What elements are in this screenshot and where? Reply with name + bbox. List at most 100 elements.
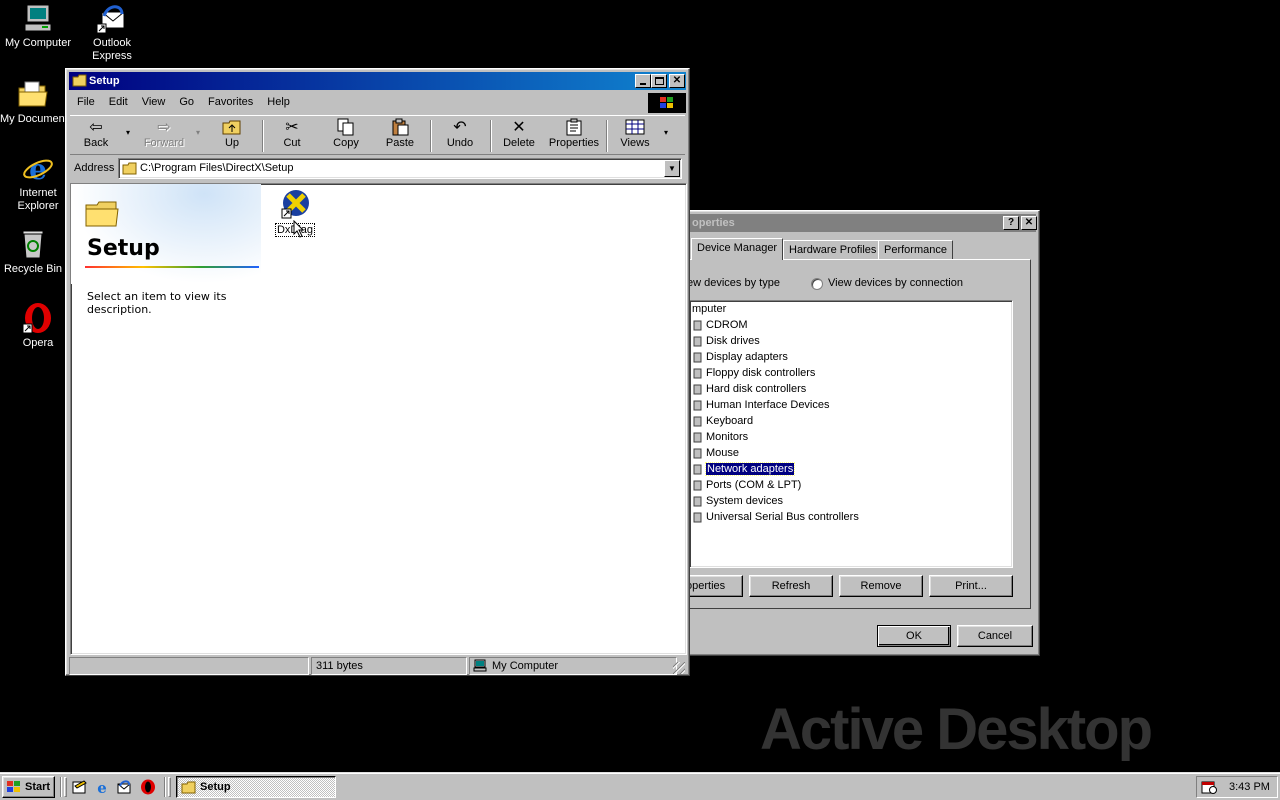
paste-button[interactable]: Paste bbox=[374, 118, 426, 154]
show-desktop-icon[interactable] bbox=[72, 779, 88, 795]
clock[interactable]: 3:43 PM bbox=[1229, 781, 1270, 793]
tasks-grip bbox=[168, 777, 171, 797]
tree-item-device[interactable]: Human Interface Devices bbox=[693, 398, 832, 413]
toolbar-separator bbox=[430, 120, 432, 152]
desktop-icon-recycle-bin[interactable]: Recycle Bin bbox=[0, 228, 66, 276]
desktop-icon-label: Recycle Bin bbox=[3, 263, 63, 275]
tree-item-device[interactable]: Ports (COM & LPT) bbox=[693, 478, 803, 493]
tree-item-device[interactable]: Display adapters bbox=[693, 350, 790, 365]
device-label: Keyboard bbox=[706, 415, 754, 427]
tree-item-device[interactable]: System devices bbox=[693, 494, 785, 509]
address-bar: Address C:\Program Files\DirectX\Setup ▼ bbox=[70, 157, 685, 181]
tree-item-device[interactable]: Universal Serial Bus controllers bbox=[693, 510, 861, 525]
menu-edit[interactable]: Edit bbox=[102, 96, 135, 108]
tree-item-device[interactable]: Floppy disk controllers bbox=[693, 366, 817, 381]
views-dropdown-icon[interactable]: ▾ bbox=[664, 128, 668, 137]
tree-item-device[interactable]: Hard disk controllers bbox=[693, 382, 808, 397]
tree-item-device[interactable]: CDROM bbox=[693, 318, 750, 333]
device-label: Disk drives bbox=[706, 335, 760, 347]
resize-grip[interactable] bbox=[673, 662, 685, 674]
copy-button[interactable]: Copy bbox=[320, 118, 372, 154]
svg-text:e: e bbox=[97, 779, 107, 795]
tab-hardware-profiles[interactable]: Hardware Profiles bbox=[783, 240, 883, 260]
outlook-express-small-icon[interactable] bbox=[116, 779, 132, 795]
remove-button[interactable]: Remove bbox=[839, 575, 923, 597]
view-by-connection-radio[interactable] bbox=[811, 278, 823, 290]
device-label: Display adapters bbox=[706, 351, 788, 363]
opera-icon bbox=[22, 302, 54, 334]
tab-performance[interactable]: Performance bbox=[878, 240, 953, 260]
refresh-button[interactable]: Refresh bbox=[749, 575, 833, 597]
taskbar-separator bbox=[164, 777, 166, 797]
view-by-type-radio[interactable]: ew devices by type bbox=[687, 277, 780, 289]
cut-button[interactable]: ✂ Cut bbox=[266, 118, 318, 154]
menu-file[interactable]: File bbox=[70, 96, 102, 108]
up-button[interactable]: Up bbox=[206, 118, 258, 154]
desktop-icon-my-documents[interactable]: My Documents bbox=[0, 78, 66, 126]
address-field[interactable]: C:\Program Files\DirectX\Setup ▼ bbox=[118, 158, 682, 179]
menu-favorites[interactable]: Favorites bbox=[201, 96, 260, 108]
forward-button[interactable]: ⇨ Forward bbox=[138, 118, 190, 154]
internet-explorer-small-icon[interactable]: e bbox=[94, 779, 110, 797]
menu-go[interactable]: Go bbox=[172, 96, 201, 108]
address-dropdown-icon[interactable]: ▼ bbox=[664, 160, 680, 177]
dialog-title: operties bbox=[692, 217, 735, 229]
device-label: Network adapters bbox=[704, 462, 796, 476]
status-panel-objects bbox=[69, 657, 309, 675]
explorer-window[interactable]: Setup ✕ File Edit View Go Favorites Help… bbox=[65, 68, 690, 676]
scheduler-icon[interactable] bbox=[1201, 780, 1217, 794]
forward-dropdown-icon[interactable]: ▾ bbox=[196, 128, 200, 137]
properties-button[interactable]: operties bbox=[685, 575, 743, 597]
properties-button[interactable]: Properties bbox=[543, 118, 605, 154]
system-properties-dialog[interactable]: operties ? ✕ Device Manager Hardware Pro… bbox=[685, 210, 1040, 656]
tree-item-device[interactable]: Monitors bbox=[693, 430, 750, 445]
device-category-icon bbox=[692, 496, 702, 507]
back-button[interactable]: ⇦ Back bbox=[70, 118, 122, 154]
menu-view[interactable]: View bbox=[135, 96, 173, 108]
maximize-button[interactable] bbox=[651, 74, 667, 88]
device-category-icon bbox=[692, 464, 702, 475]
status-size: 311 bytes bbox=[311, 657, 467, 675]
window-titlebar[interactable]: Setup bbox=[69, 72, 686, 90]
minimize-button[interactable] bbox=[635, 74, 651, 88]
help-button[interactable]: ? bbox=[1003, 216, 1019, 230]
back-arrow-icon: ⇦ bbox=[89, 119, 103, 136]
start-button[interactable]: Start bbox=[2, 776, 55, 798]
device-label: Floppy disk controllers bbox=[706, 367, 816, 379]
menu-help[interactable]: Help bbox=[260, 96, 297, 108]
tree-root-computer[interactable]: mputer bbox=[690, 302, 728, 317]
my-computer-icon bbox=[22, 2, 54, 34]
undo-button[interactable]: ↶ Undo bbox=[434, 118, 486, 154]
status-zone: My Computer bbox=[469, 657, 677, 675]
address-path: C:\Program Files\DirectX\Setup bbox=[140, 162, 294, 174]
window-title: Setup bbox=[89, 75, 120, 87]
internet-explorer-icon: e bbox=[22, 152, 54, 186]
tree-item-device[interactable]: Network adapters bbox=[693, 462, 796, 477]
views-button[interactable]: Views bbox=[609, 118, 661, 154]
print-button[interactable]: Print... bbox=[929, 575, 1013, 597]
up-folder-icon bbox=[222, 118, 242, 136]
close-button[interactable]: ✕ bbox=[1021, 216, 1037, 230]
back-dropdown-icon[interactable]: ▾ bbox=[126, 128, 130, 137]
opera-small-icon[interactable] bbox=[140, 779, 156, 795]
delete-button[interactable]: ✕ Delete bbox=[493, 118, 545, 154]
ok-button[interactable]: OK bbox=[877, 625, 951, 647]
dxdiag-icon bbox=[281, 190, 309, 219]
tab-device-manager[interactable]: Device Manager bbox=[691, 238, 784, 260]
tree-item-device[interactable]: Mouse bbox=[693, 446, 741, 461]
dialog-titlebar[interactable]: operties bbox=[690, 214, 1036, 232]
device-category-icon bbox=[692, 352, 702, 363]
cancel-button[interactable]: Cancel bbox=[957, 625, 1033, 647]
address-label: Address bbox=[74, 162, 115, 174]
desktop-icon-my-computer[interactable]: My Computer bbox=[0, 2, 76, 50]
view-by-type-label: ew devices by type bbox=[687, 277, 780, 289]
taskbar-button-setup[interactable]: Setup bbox=[176, 776, 336, 798]
desktop-icon-outlook-express[interactable]: Outlook Express bbox=[74, 2, 150, 63]
tree-item-device[interactable]: Disk drives bbox=[693, 334, 762, 349]
tree-item-device[interactable]: Keyboard bbox=[693, 414, 755, 429]
folder-view[interactable]: Setup Select an item to view its descrip… bbox=[70, 183, 687, 655]
device-tree[interactable]: mputer CDROM Disk drives Display adapters Fl… bbox=[689, 300, 1013, 568]
close-button[interactable]: ✕ bbox=[669, 74, 685, 88]
windows-flag-icon bbox=[7, 781, 20, 792]
device-category-icon bbox=[692, 320, 702, 331]
